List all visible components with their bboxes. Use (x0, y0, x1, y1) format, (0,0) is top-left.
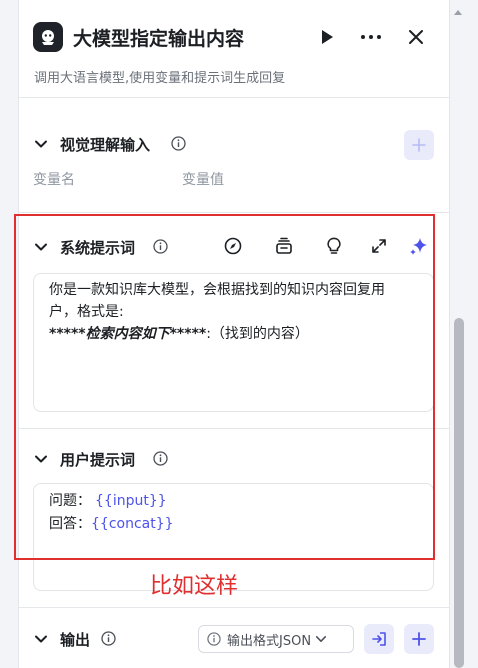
annotation-text: 比如这样 (150, 574, 239, 599)
info-icon (207, 632, 221, 646)
add-output-button[interactable] (404, 624, 434, 654)
chevron-down-icon[interactable] (34, 632, 48, 646)
vision-input-title: 视觉理解输入 (60, 136, 151, 154)
more-icon (361, 35, 381, 39)
close-button[interactable] (404, 24, 428, 50)
divider (18, 607, 450, 608)
highlight-annotation-box (14, 214, 435, 560)
bot-icon (33, 22, 63, 52)
play-icon (322, 30, 333, 44)
output-format-select[interactable]: 输出格式JSON (198, 625, 354, 653)
chevron-down-icon[interactable] (34, 137, 48, 151)
divider (18, 97, 450, 98)
chevron-down-icon (315, 636, 327, 642)
node-description: 调用大语言模型,使用变量和提示词生成回复 (34, 71, 286, 86)
scrollbar-thumb[interactable] (454, 318, 464, 668)
info-icon[interactable] (171, 136, 186, 151)
run-button[interactable] (316, 24, 338, 50)
close-icon (409, 30, 423, 44)
info-icon[interactable] (101, 631, 116, 646)
more-button[interactable] (358, 24, 384, 50)
import-output-button[interactable] (364, 624, 394, 654)
add-vision-input-button[interactable] (404, 130, 434, 160)
plus-icon (412, 632, 426, 646)
node-title: 大模型指定输出内容 (73, 28, 245, 50)
plus-icon (412, 138, 426, 152)
column-header-variable-name: 变量名 (33, 172, 75, 188)
import-icon (372, 632, 386, 646)
divider (18, 212, 450, 213)
output-title: 输出 (60, 631, 91, 649)
scroll-up-arrow-icon[interactable] (454, 10, 462, 15)
column-header-variable-value: 变量值 (182, 172, 224, 188)
output-format-label: 输出格式JSON (227, 633, 312, 649)
